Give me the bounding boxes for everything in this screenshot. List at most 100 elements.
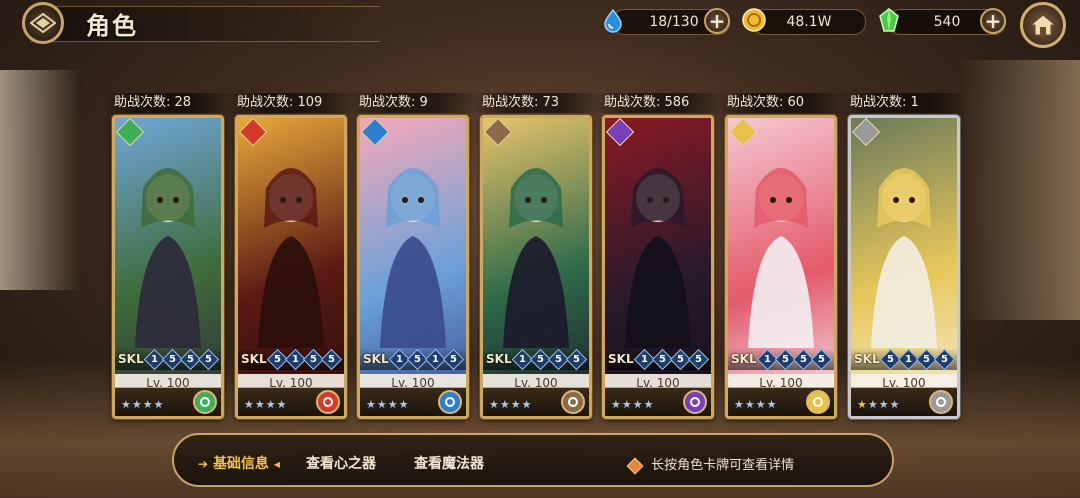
skill-levels: SKL 1 5 5 5 bbox=[115, 348, 221, 370]
tab-view-magic-device[interactable]: 查看魔法器 bbox=[414, 453, 484, 473]
character-card[interactable]: SKL 5 1 5 5 Lv. 100 ★ ★ ★ ★ bbox=[235, 115, 347, 419]
rarity-stars: ★ ★ ★ ★ bbox=[734, 399, 777, 410]
arrow-left-icon: ◂ bbox=[273, 457, 280, 471]
void-element-icon bbox=[929, 390, 953, 414]
skill-level-value: 5 bbox=[204, 353, 212, 365]
star-icon: ★ bbox=[276, 398, 287, 411]
add-gem-button[interactable]: + bbox=[980, 8, 1006, 34]
skill-level-value: 1 bbox=[763, 353, 771, 365]
skill-level-value: 1 bbox=[395, 353, 403, 365]
star-icon: ★ bbox=[398, 398, 409, 411]
character-card[interactable]: SKL 1 5 1 5 Lv. 100 ★ ★ ★ ★ bbox=[357, 115, 469, 419]
green-crystal-icon bbox=[876, 7, 902, 33]
star-icon: ★ bbox=[857, 398, 867, 411]
tab-basic-info[interactable]: ➔ 基础信息 ◂ bbox=[198, 453, 280, 473]
character-card[interactable]: SKL 1 5 5 5 Lv. 100 ★ ★ ★ ★ bbox=[112, 115, 224, 419]
rarity-stars: ★ ★ ★ ★ bbox=[857, 399, 900, 410]
character-card-slot: 助战次数: 109 SKL 5 1 5 5 Lv. 100 ★ ★ ★ ★ bbox=[229, 93, 353, 421]
support-count-label: 助战次数: 73 bbox=[474, 93, 598, 113]
skill-level-value: 5 bbox=[309, 353, 317, 365]
skill-level-value: 1 bbox=[518, 353, 526, 365]
star-icon: ★ bbox=[121, 398, 131, 411]
skill-level-badge: 5 bbox=[565, 348, 587, 370]
tab-view-magic-device-label: 查看魔法器 bbox=[414, 456, 484, 472]
card-footer: ★ ★ ★ ★ bbox=[605, 387, 711, 416]
tab-basic-info-label: 基础信息 bbox=[212, 456, 269, 472]
character-card-slot: 助战次数: 9 SKL 1 5 1 5 Lv. 100 ★ ★ ★ ★ bbox=[351, 93, 475, 421]
tab-view-heart-device[interactable]: 查看心之器 bbox=[306, 453, 376, 473]
card-footer: ★ ★ ★ ★ bbox=[238, 387, 344, 416]
water-element-icon bbox=[438, 390, 462, 414]
bottom-action-panel: ➔ 基础信息 ◂ 查看心之器 查看魔法器 长按角色卡牌可查看详情 bbox=[172, 433, 894, 487]
arrow-right-icon: ➔ bbox=[198, 457, 209, 471]
long-press-hint: 长按角色卡牌可查看详情 bbox=[626, 454, 795, 474]
background-light-right bbox=[960, 60, 1080, 320]
star-icon: ★ bbox=[153, 398, 164, 411]
skill-level-value: 5 bbox=[327, 353, 335, 365]
plus-icon: + bbox=[708, 9, 726, 33]
skill-label: SKL bbox=[486, 352, 512, 366]
skill-level-value: 5 bbox=[799, 353, 807, 365]
star-icon: ★ bbox=[265, 398, 276, 411]
card-footer: ★ ★ ★ ★ bbox=[851, 387, 957, 416]
skill-level-value: 5 bbox=[676, 353, 684, 365]
character-card[interactable]: SKL 1 5 5 5 Lv. 100 ★ ★ ★ ★ bbox=[480, 115, 592, 419]
skill-level-badge: 5 bbox=[320, 348, 342, 370]
rarity-stars: ★ ★ ★ ★ bbox=[121, 399, 164, 410]
skill-level-badge: 5 bbox=[933, 348, 955, 370]
rarity-stars: ★ ★ ★ ★ bbox=[366, 399, 409, 410]
star-icon: ★ bbox=[387, 398, 398, 411]
skill-level-badge: 5 bbox=[442, 348, 464, 370]
character-card[interactable]: SKL 5 1 5 5 Lv. 100 ★ ★ ★ ★ bbox=[848, 115, 960, 419]
star-icon: ★ bbox=[643, 398, 654, 411]
water-drop-icon bbox=[600, 7, 626, 33]
skill-level-value: 5 bbox=[449, 353, 457, 365]
character-card[interactable]: SKL 1 5 5 5 Lv. 100 ★ ★ ★ ★ bbox=[725, 115, 837, 419]
back-button[interactable] bbox=[22, 2, 64, 44]
skill-level-value: 1 bbox=[150, 353, 158, 365]
star-icon: ★ bbox=[867, 398, 878, 411]
earth-element-icon bbox=[561, 390, 585, 414]
skill-level-value: 1 bbox=[640, 353, 648, 365]
character-portrait bbox=[360, 118, 466, 416]
character-card[interactable]: SKL 1 5 5 5 Lv. 100 ★ ★ ★ ★ bbox=[602, 115, 714, 419]
star-icon: ★ bbox=[131, 398, 142, 411]
star-icon: ★ bbox=[632, 398, 643, 411]
home-icon bbox=[1030, 14, 1056, 36]
character-card-slot: 助战次数: 586 SKL 1 5 5 5 Lv. 100 ★ ★ ★ ★ bbox=[596, 93, 720, 421]
character-portrait bbox=[851, 118, 957, 416]
skill-level-value: 5 bbox=[922, 353, 930, 365]
skill-level-badge: 5 bbox=[687, 348, 709, 370]
star-icon: ★ bbox=[254, 398, 265, 411]
dark-element-icon bbox=[683, 390, 707, 414]
rarity-stars: ★ ★ ★ ★ bbox=[244, 399, 287, 410]
skill-label: SKL bbox=[854, 352, 880, 366]
star-icon: ★ bbox=[489, 398, 499, 411]
tab-view-heart-device-label: 查看心之器 bbox=[306, 456, 376, 472]
skill-label: SKL bbox=[118, 352, 144, 366]
background-light-left bbox=[0, 70, 80, 290]
skill-level-value: 1 bbox=[291, 353, 299, 365]
skill-label: SKL bbox=[731, 352, 757, 366]
skill-level-value: 5 bbox=[781, 353, 789, 365]
page-title: 角色 bbox=[86, 12, 138, 40]
support-count-label: 助战次数: 1 bbox=[842, 93, 966, 113]
add-stamina-button[interactable]: + bbox=[704, 8, 730, 34]
star-icon: ★ bbox=[376, 398, 387, 411]
skill-levels: SKL 1 5 5 5 bbox=[483, 348, 589, 370]
character-portrait bbox=[115, 118, 221, 416]
plus-icon: + bbox=[984, 9, 1002, 33]
star-icon: ★ bbox=[611, 398, 621, 411]
home-button[interactable] bbox=[1020, 2, 1066, 48]
skill-levels: SKL 5 1 5 5 bbox=[238, 348, 344, 370]
skill-level-value: 5 bbox=[886, 353, 894, 365]
hint-text: 长按角色卡牌可查看详情 bbox=[651, 458, 795, 473]
skill-level-value: 1 bbox=[431, 353, 439, 365]
skill-level-value: 5 bbox=[817, 353, 825, 365]
support-count-label: 助战次数: 586 bbox=[596, 93, 720, 113]
orange-diamond-icon bbox=[626, 457, 644, 474]
gold-value: 48.1W bbox=[786, 14, 832, 30]
gold-counter: 48.1W bbox=[752, 9, 866, 35]
skill-level-value: 5 bbox=[694, 353, 702, 365]
skill-level-badge: 5 bbox=[810, 348, 832, 370]
